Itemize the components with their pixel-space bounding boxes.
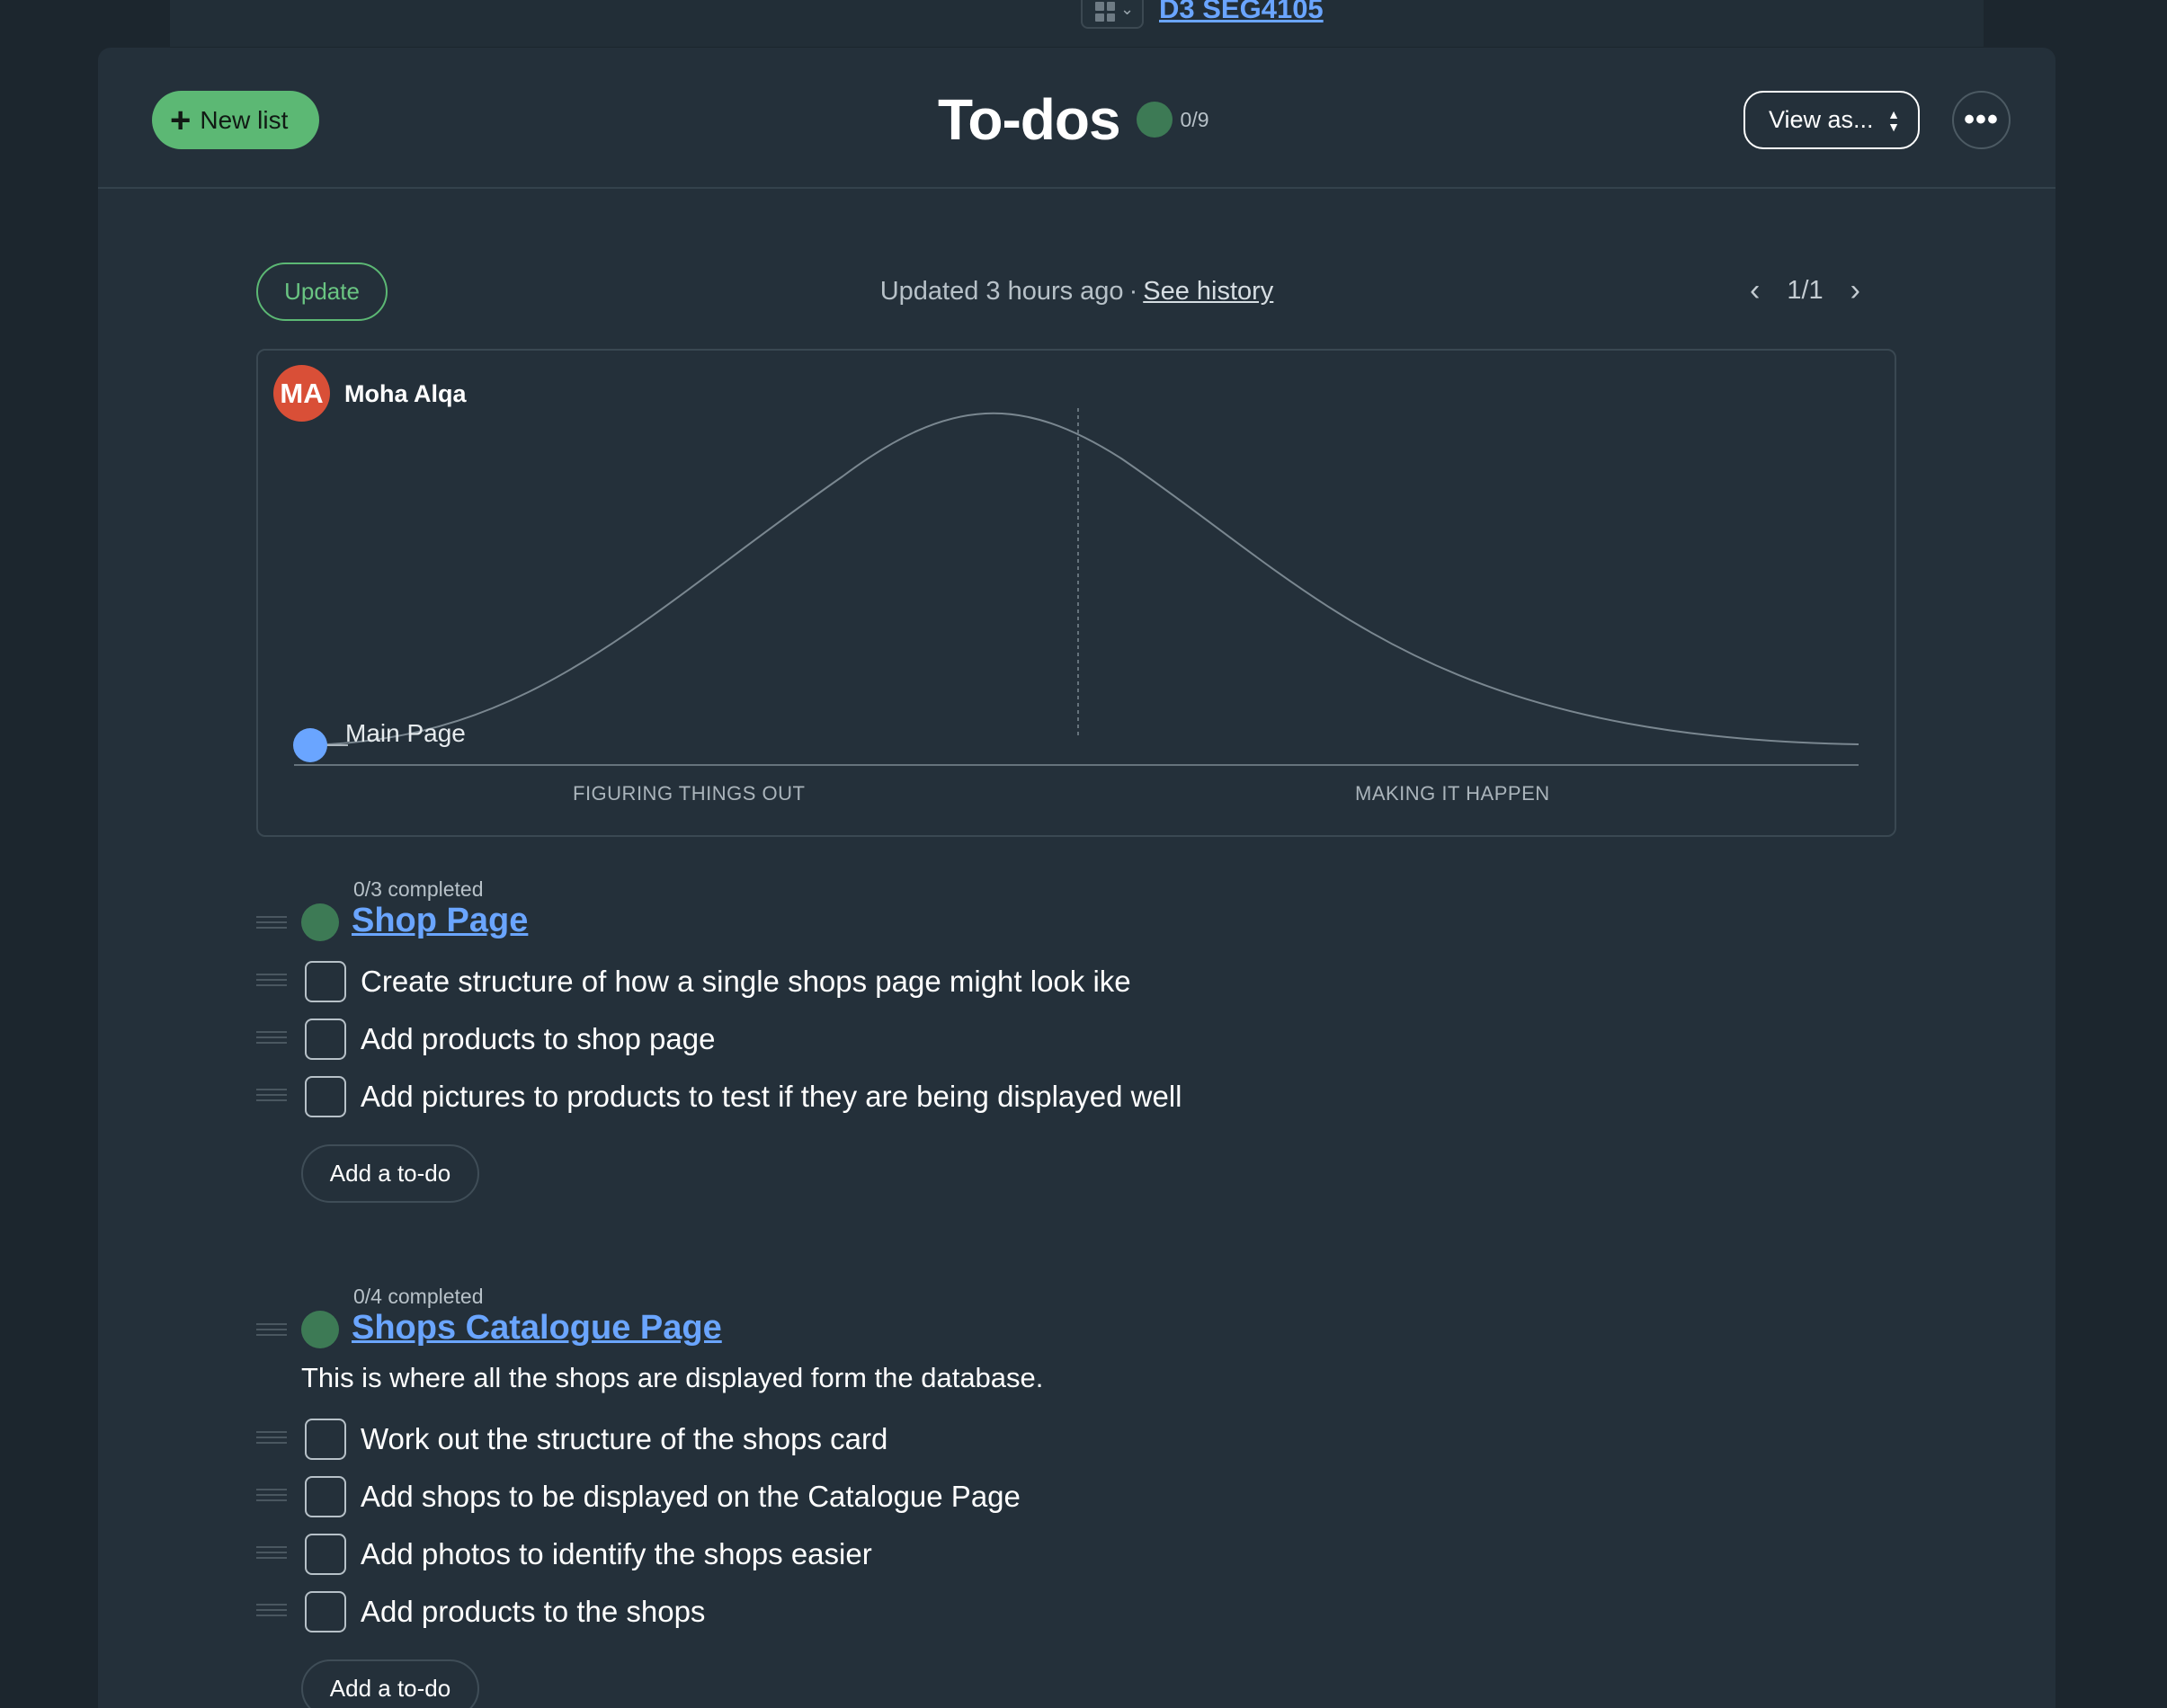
separator: ·	[1128, 277, 1138, 306]
new-list-label: New list	[200, 105, 289, 134]
person-name: Moha Alqa	[344, 380, 467, 407]
todo-item: Work out the structure of the shops card	[98, 1419, 2056, 1463]
list-description: This is where all the shops are displaye…	[301, 1362, 1044, 1393]
drag-handle-icon[interactable]	[256, 1431, 287, 1444]
list-completed-count: 0/3 completed	[353, 877, 484, 901]
updated-text: Updated 3 hours ago	[879, 277, 1124, 306]
breadcrumb-bar: ⌄ D3 SEG4105	[170, 0, 1984, 47]
progress-pie-icon	[1136, 102, 1173, 138]
todos-card: + New list To-dos 0/9 View as... ▲ ▼ ••• …	[98, 48, 2056, 1708]
chevron-right-icon[interactable]: ›	[1850, 273, 1860, 308]
todo-checkbox[interactable]	[305, 1591, 346, 1632]
list-completed-count: 0/4 completed	[353, 1285, 484, 1308]
todo-text[interactable]: Create structure of how a single shops p…	[361, 965, 1131, 999]
page-title: To-dos	[938, 87, 1121, 152]
new-list-button[interactable]: + New list	[152, 91, 319, 149]
card-header: + New list To-dos 0/9 View as... ▲ ▼ •••	[98, 48, 2056, 189]
page-number: 1/1	[1787, 275, 1824, 305]
dot-label: Main Page	[345, 719, 466, 747]
up-down-arrows-icon: ▲ ▼	[1887, 107, 1900, 134]
todo-checkbox[interactable]	[305, 1419, 346, 1460]
drag-handle-icon[interactable]	[256, 974, 287, 986]
todo-checkbox[interactable]	[305, 1076, 346, 1117]
todo-text[interactable]: Add products to the shops	[361, 1595, 705, 1629]
todo-checkbox[interactable]	[305, 1476, 346, 1517]
plus-icon: +	[170, 100, 192, 140]
add-todo-button[interactable]: Add a to-do	[301, 1659, 479, 1708]
todo-text[interactable]: Add shops to be displayed on the Catalog…	[361, 1480, 1021, 1514]
avatar: MA	[273, 365, 330, 422]
hill-curve-svg	[293, 408, 1859, 766]
todo-text[interactable]: Work out the structure of the shops card	[361, 1422, 887, 1456]
ellipsis-icon: •••	[1964, 102, 1999, 137]
phase-right-label: MAKING IT HAPPEN	[1355, 782, 1550, 805]
add-todo-button[interactable]: Add a to-do	[301, 1144, 479, 1203]
drag-handle-icon[interactable]	[256, 1604, 287, 1616]
todo-text[interactable]: Add products to shop page	[361, 1022, 715, 1056]
see-history-link[interactable]: See history	[1143, 277, 1273, 306]
drag-handle-icon[interactable]	[256, 1546, 287, 1559]
drag-handle-icon[interactable]	[256, 1089, 287, 1101]
phase-left-label: FIGURING THINGS OUT	[573, 782, 806, 805]
list-progress-icon	[301, 1311, 339, 1348]
chevron-down-icon: ⌄	[1120, 0, 1135, 18]
drag-handle-icon[interactable]	[256, 1323, 287, 1336]
chevron-left-icon[interactable]: ‹	[1750, 273, 1760, 308]
list-title-link[interactable]: Shops Catalogue Page	[352, 1309, 722, 1348]
todo-item: Add products to the shops	[98, 1591, 2056, 1636]
todo-text[interactable]: Add photos to identify the shops easier	[361, 1537, 872, 1571]
more-options-button[interactable]: •••	[1952, 91, 2011, 149]
view-as-select[interactable]: View as... ▲ ▼	[1743, 91, 1920, 149]
todo-checkbox[interactable]	[305, 961, 346, 1002]
drag-handle-icon[interactable]	[256, 1031, 287, 1044]
view-as-label: View as...	[1769, 106, 1874, 133]
drag-handle-icon[interactable]	[256, 1489, 287, 1501]
title-group: To-dos 0/9	[938, 84, 1209, 156]
project-link[interactable]: D3 SEG4105	[1159, 0, 1324, 25]
todo-item: Add products to shop page	[98, 1019, 2056, 1063]
todo-checkbox[interactable]	[305, 1534, 346, 1575]
main-page-dot[interactable]	[293, 728, 327, 762]
breadcrumb: ⌄ D3 SEG4105	[170, 0, 1984, 47]
grid-icon	[1095, 2, 1115, 22]
hill-chart: MA Moha Alqa Main Page FIGURING THINGS O…	[256, 349, 1896, 837]
todo-item: Add pictures to products to test if they…	[98, 1076, 2056, 1121]
list-title-link[interactable]: Shop Page	[352, 902, 528, 940]
todo-checkbox[interactable]	[305, 1019, 346, 1060]
todo-item: Create structure of how a single shops p…	[98, 961, 2056, 1006]
progress-count: 0/9	[1180, 107, 1209, 131]
project-switcher[interactable]: ⌄	[1081, 0, 1144, 29]
todo-item: Add photos to identify the shops easier	[98, 1534, 2056, 1579]
pager: ‹ 1/1 ›	[1750, 272, 1860, 308]
drag-handle-icon[interactable]	[256, 916, 287, 929]
list-progress-icon	[301, 903, 339, 941]
todo-item: Add shops to be displayed on the Catalog…	[98, 1476, 2056, 1521]
todo-text[interactable]: Add pictures to products to test if they…	[361, 1080, 1182, 1114]
hill-curve	[293, 412, 1859, 746]
